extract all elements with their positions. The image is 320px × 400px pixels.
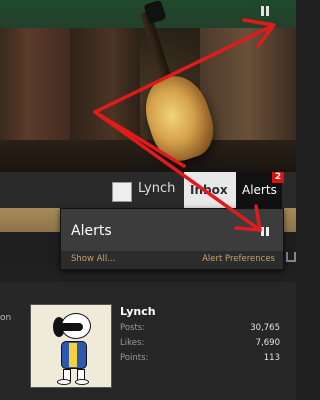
arrow-to-popup-toggle (93, 110, 262, 232)
annotation-arrows (93, 18, 276, 232)
arrow-to-banner-button (93, 24, 274, 168)
